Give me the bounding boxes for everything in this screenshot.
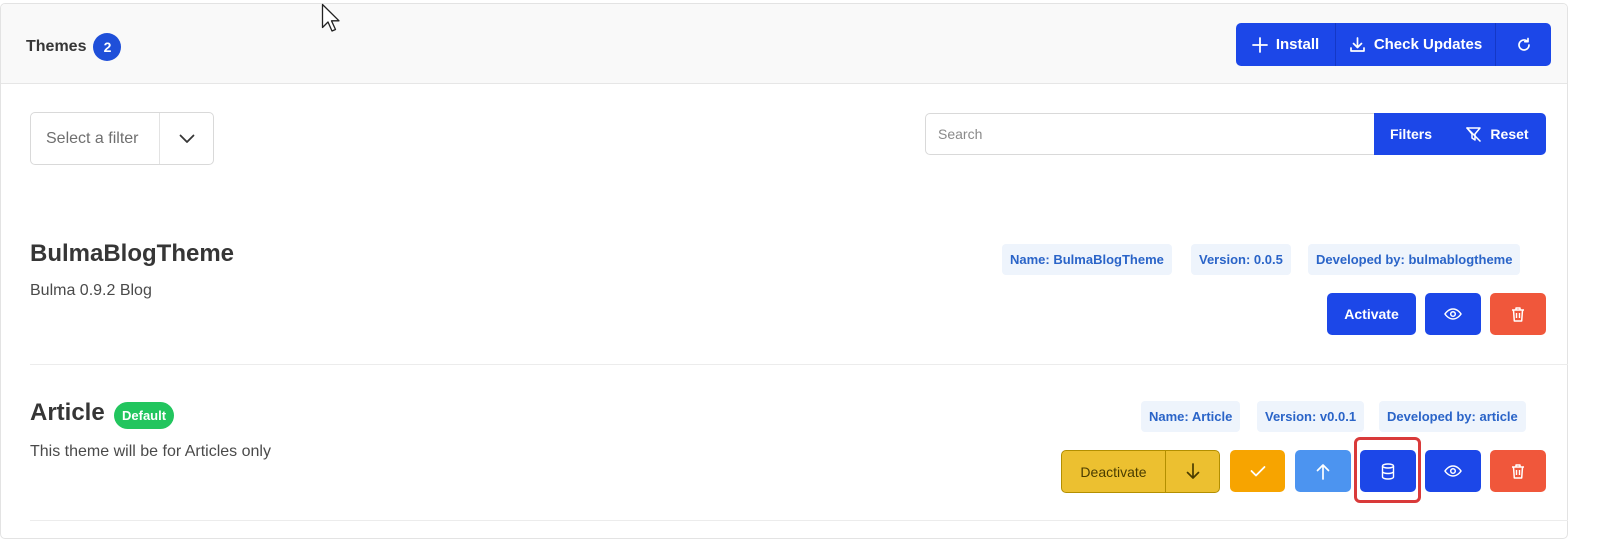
reset-button[interactable]: Reset <box>1448 113 1546 155</box>
default-badge: Default <box>114 402 175 429</box>
refresh-button[interactable] <box>1496 23 1551 66</box>
meta-developer-tag: Developed by: bulmablogtheme <box>1308 244 1521 275</box>
meta-name-tag: Name: Article <box>1141 401 1241 432</box>
delete-button[interactable] <box>1490 293 1546 335</box>
filter-select-value: Select a filter <box>46 129 139 147</box>
eye-icon <box>1444 308 1462 320</box>
page-title-text: Themes <box>26 38 87 55</box>
row-divider <box>30 364 1568 365</box>
row-divider <box>30 520 1568 521</box>
eye-icon <box>1444 465 1462 477</box>
page-title: Themes 2 <box>26 33 122 61</box>
activate-button[interactable]: Activate <box>1327 293 1416 335</box>
check-icon <box>1250 466 1265 477</box>
preview-button[interactable] <box>1425 450 1481 492</box>
filter-off-icon <box>1466 126 1482 142</box>
preview-button[interactable] <box>1425 293 1481 335</box>
meta-version-tag: Version: 0.0.5 <box>1191 244 1291 275</box>
trash-icon <box>1512 306 1524 322</box>
arrow-up-icon <box>1316 463 1330 480</box>
themes-count-badge: 2 <box>93 33 122 61</box>
theme-name: BulmaBlogTheme <box>30 240 235 267</box>
filters-button[interactable]: Filters <box>1374 113 1448 155</box>
trash-icon <box>1512 463 1524 479</box>
mouse-cursor-icon <box>321 3 340 32</box>
deactivate-button-group: Deactivate <box>1061 450 1220 493</box>
move-down-button[interactable] <box>1166 451 1219 492</box>
meta-developer-tag: Developed by: article <box>1379 401 1526 432</box>
delete-button[interactable] <box>1490 450 1546 492</box>
theme-description: Bulma 0.9.2 Blog <box>30 282 152 299</box>
set-default-button[interactable] <box>1230 450 1285 492</box>
meta-version-tag: Version: v0.0.1 <box>1257 401 1365 432</box>
search-actions: Filters Reset <box>1374 113 1546 155</box>
plus-icon <box>1251 36 1268 53</box>
header-actions: Install Check Updates <box>1236 23 1551 66</box>
search-input[interactable]: Search <box>925 113 1375 155</box>
install-label: Install <box>1275 36 1320 53</box>
refresh-icon <box>1517 37 1530 51</box>
theme-name: Article <box>30 399 105 426</box>
deactivate-button[interactable]: Deactivate <box>1062 451 1166 492</box>
highlight-box <box>1354 437 1421 503</box>
move-up-button[interactable] <box>1295 450 1351 492</box>
theme-description: This theme will be for Articles only <box>30 443 271 460</box>
check-updates-button[interactable]: Check Updates <box>1336 23 1496 66</box>
install-button[interactable]: Install <box>1236 23 1336 66</box>
deactivate-label: Deactivate <box>1080 463 1147 480</box>
activate-label: Activate <box>1344 306 1399 322</box>
meta-name-tag: Name: BulmaBlogTheme <box>1002 244 1172 275</box>
reset-label: Reset <box>1490 126 1529 142</box>
chevron-down-icon <box>160 134 213 144</box>
search-placeholder: Search <box>938 126 983 142</box>
download-icon <box>1349 37 1365 52</box>
panel-header: Themes 2 Install Check Updates <box>1 4 1567 84</box>
filter-select[interactable]: Select a filter <box>30 112 214 165</box>
filters-label: Filters <box>1389 126 1432 142</box>
arrow-down-icon <box>1186 463 1199 479</box>
check-updates-label: Check Updates <box>1373 36 1483 53</box>
